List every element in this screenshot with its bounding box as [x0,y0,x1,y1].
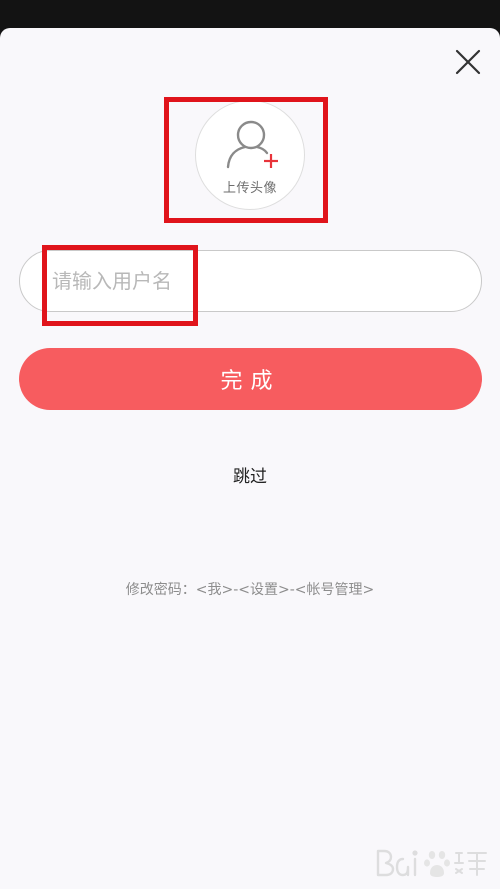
avatar-annotation-box [164,97,328,223]
change-password-hint: 修改密码：<我>-<设置>-<帐号管理> [125,582,375,598]
setup-profile-sheet: 上传头像 完成 跳过 修改密码：<我>-<设置>-<帐号管理> [0,28,500,889]
watermark-logo [376,849,487,877]
done-button[interactable]: 完成 [19,348,482,410]
close-button[interactable] [450,44,486,80]
status-bar [0,0,500,28]
username-input[interactable] [19,250,482,312]
skip-link[interactable]: 跳过 [200,462,300,487]
close-icon [455,49,481,75]
